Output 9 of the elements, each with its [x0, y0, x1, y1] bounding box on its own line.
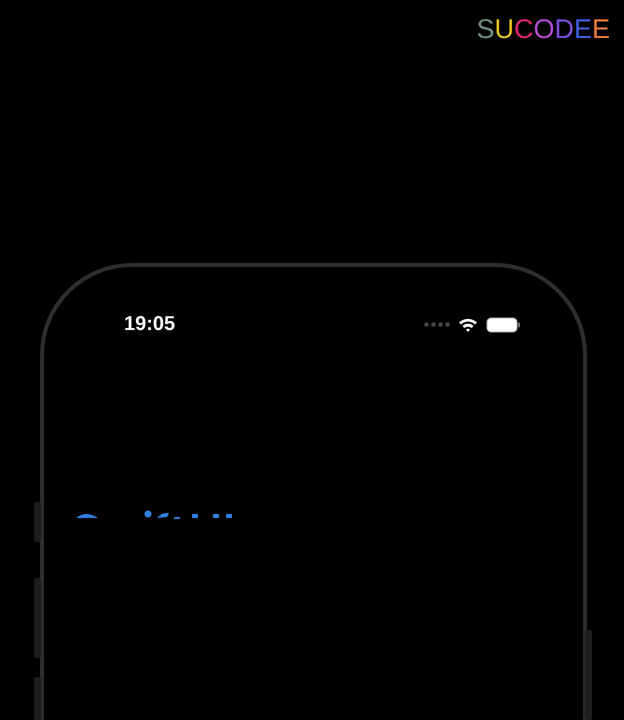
side-button[interactable] — [34, 578, 41, 658]
signal-icon — [424, 322, 450, 327]
logo-text: SUCODEE — [476, 16, 610, 40]
wifi-icon — [458, 317, 478, 332]
side-button[interactable] — [34, 502, 41, 542]
side-button[interactable] — [585, 630, 592, 720]
status-time: 19:05 — [124, 313, 176, 336]
side-button[interactable] — [34, 677, 41, 720]
battery-icon — [486, 316, 521, 332]
